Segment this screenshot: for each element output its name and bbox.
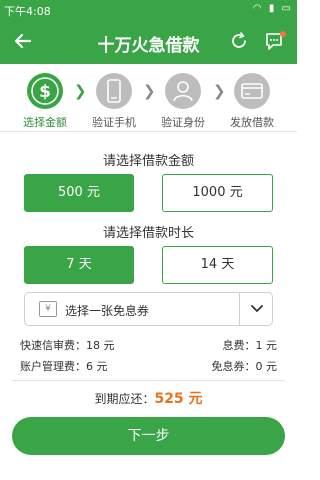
refresh-icon[interactable]: [228, 30, 250, 52]
fee-row: 快速信审费：18 元 息费：1 元: [20, 337, 277, 355]
amount-option-500[interactable]: 500 元: [24, 174, 134, 212]
duration-option-7[interactable]: 7 天: [24, 246, 134, 284]
status-time: 下午4:08: [4, 5, 51, 18]
signal-icon: ▮: [268, 3, 277, 14]
next-button[interactable]: 下一步: [12, 417, 285, 455]
coupon-select[interactable]: ¥ 选择一张免息券: [24, 292, 273, 326]
step-arrow-icon: ❯: [213, 82, 226, 100]
review-fee: 快速信审费：18 元: [20, 339, 115, 352]
duration-option-14[interactable]: 14 天: [162, 246, 273, 284]
step-label-verify-phone: 验证手机: [92, 116, 136, 129]
status-bar: 下午4:08 ◠ ▮ ▭: [0, 0, 297, 20]
page-title: 十万火急借款: [97, 36, 200, 56]
duration-section-title: 请选择借款时长: [102, 226, 194, 241]
dollar-icon: $: [27, 73, 63, 109]
chevron-down-icon[interactable]: [248, 301, 266, 317]
card-icon: [234, 73, 270, 109]
battery-icon: ▭: [281, 3, 293, 14]
coupon-label: 选择一张免息券: [65, 304, 150, 318]
person-icon: [165, 73, 201, 109]
nav-bar: 十万火急借款: [0, 20, 297, 64]
account-fee: 账户管理费：6 元: [20, 360, 108, 373]
amount-option-1000[interactable]: 1000 元: [162, 174, 273, 212]
step-arrow-icon: ❯: [143, 82, 156, 100]
svg-text:$: $: [39, 82, 51, 102]
coupon-discount: 免息券：0 元: [211, 360, 278, 373]
back-arrow-icon[interactable]: [10, 28, 36, 54]
interest-fee: 息费：1 元: [222, 339, 278, 352]
coupon-icon: ¥: [39, 301, 57, 317]
wifi-icon: ◠: [252, 3, 264, 14]
fee-row: 账户管理费：6 元 免息券：0 元: [20, 358, 277, 376]
phone-icon: [96, 73, 132, 109]
message-icon[interactable]: [264, 30, 288, 52]
status-icons: ◠ ▮ ▭: [253, 3, 293, 14]
step-label-verify-identity: 验证身份: [161, 116, 205, 129]
coupon-divider: [239, 293, 240, 325]
step-progress: $ 选择金额 ❯ 验证手机 ❯ 验证身份 ❯ 发放借款: [0, 64, 297, 132]
total-amount: 525 元: [154, 391, 203, 407]
total-label: 到期应还：: [94, 392, 155, 406]
step-label-select-amount: 选择金额: [23, 116, 67, 129]
total-due: 到期应还：525 元: [0, 388, 297, 408]
step-label-disburse: 发放借款: [230, 116, 274, 129]
divider: [12, 380, 285, 381]
step-arrow-icon: ❯: [74, 82, 87, 100]
amount-section-title: 请选择借款金额: [102, 154, 194, 169]
